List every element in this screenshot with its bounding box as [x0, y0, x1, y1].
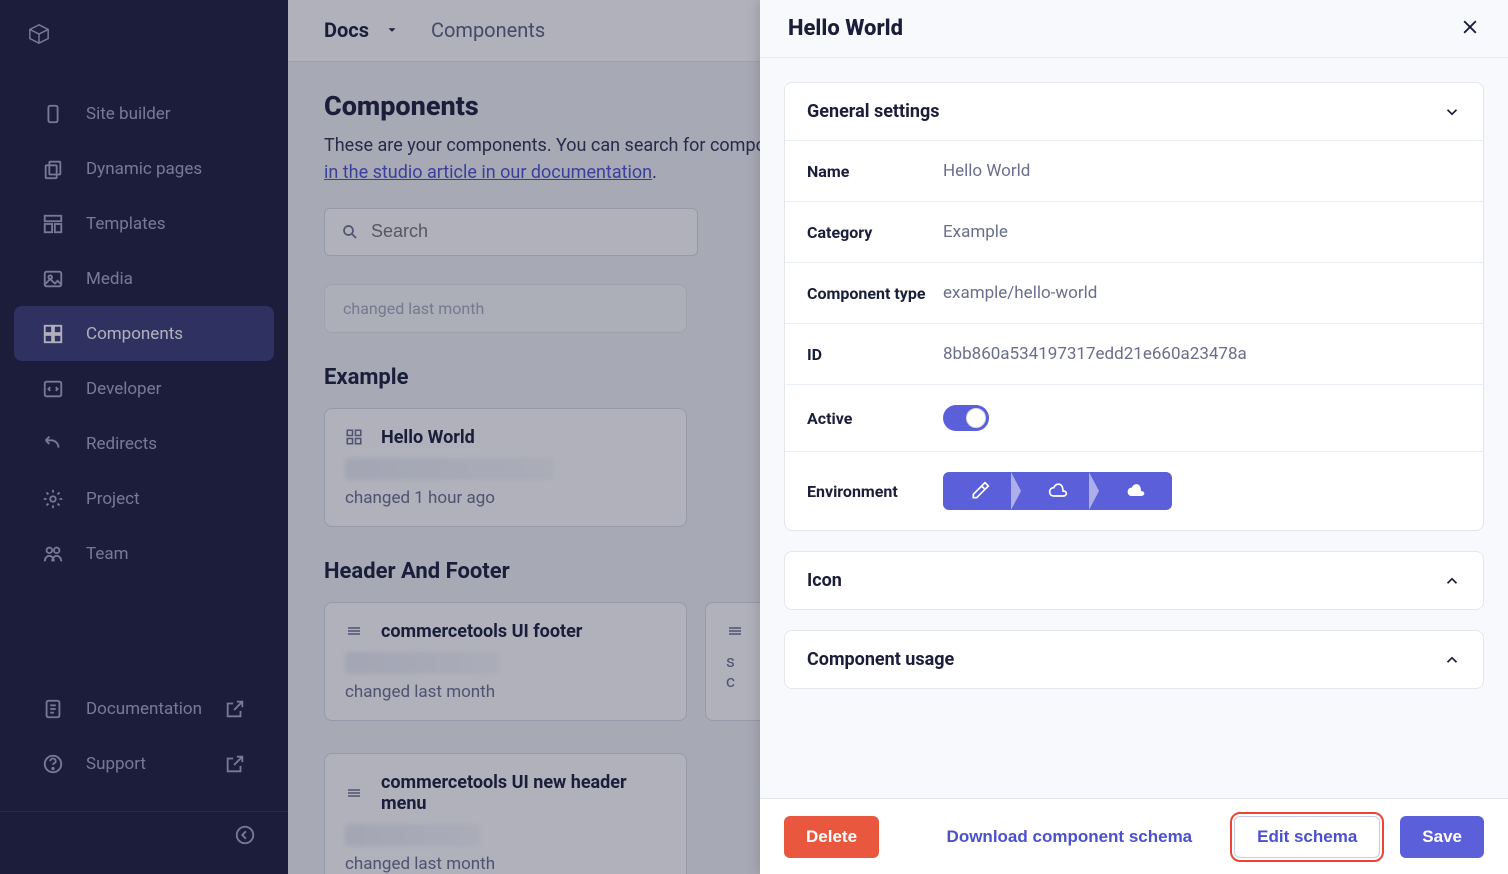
field-value-id: 8bb860a534197317edd21e660a23478a: [943, 344, 1247, 364]
field-value-category[interactable]: Example: [943, 222, 1008, 242]
panel-header-icon[interactable]: Icon: [785, 552, 1483, 609]
field-label-env: Environment: [807, 482, 943, 501]
active-toggle[interactable]: [943, 405, 989, 431]
field-label-type: Component type: [807, 284, 943, 303]
chevron-up-icon: [1443, 572, 1461, 590]
field-label-name: Name: [807, 162, 943, 181]
chevron-up-icon: [1443, 651, 1461, 669]
field-label-id: ID: [807, 345, 943, 364]
env-prod[interactable]: [1099, 481, 1172, 501]
field-label-category: Category: [807, 223, 943, 242]
close-icon[interactable]: [1460, 17, 1480, 41]
env-dev[interactable]: [943, 481, 1016, 501]
save-button[interactable]: Save: [1400, 816, 1484, 858]
edit-schema-button[interactable]: Edit schema: [1234, 816, 1380, 858]
delete-button[interactable]: Delete: [784, 816, 879, 858]
chevron-down-icon: [1443, 103, 1461, 121]
panel-header-usage[interactable]: Component usage: [785, 631, 1483, 688]
download-schema-button[interactable]: Download component schema: [925, 816, 1215, 858]
drawer-title: Hello World: [788, 16, 903, 41]
environment-selector[interactable]: [943, 472, 1172, 510]
panel-general-settings: General settings Name Hello World Catego…: [784, 82, 1484, 531]
field-value-name[interactable]: Hello World: [943, 161, 1030, 181]
component-drawer: Hello World General settings Name Hello …: [760, 0, 1508, 874]
field-value-type[interactable]: example/hello-world: [943, 283, 1097, 303]
field-label-active: Active: [807, 409, 943, 428]
panel-usage: Component usage: [784, 630, 1484, 689]
panel-icon: Icon: [784, 551, 1484, 610]
panel-header-general[interactable]: General settings: [785, 83, 1483, 140]
env-staging[interactable]: [1021, 481, 1094, 501]
